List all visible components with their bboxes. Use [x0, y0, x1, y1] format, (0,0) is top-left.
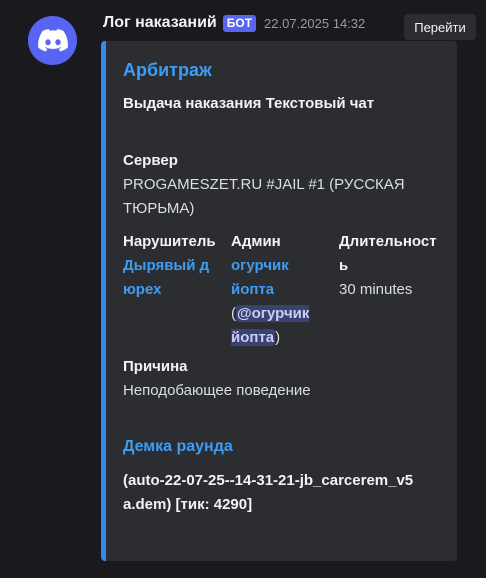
- field-server-value: PROGAMESZET.RU #JAIL #1 (РУССКАЯ ТЮРЬМА): [123, 176, 405, 217]
- username[interactable]: Лог наказаний: [103, 14, 217, 32]
- timestamp: 22.07.2025 14:32: [264, 15, 366, 31]
- admin-mention-line: (@огурчик йопта): [231, 302, 326, 350]
- field-admin: Админ огурчик йопта (@огурчик йопта): [231, 230, 326, 350]
- field-duration-value: 30 minutes: [339, 281, 413, 298]
- field-reason-name: Причина: [123, 358, 188, 375]
- message-header: Лог наказаний БОТ 22.07.2025 14:32: [103, 14, 365, 32]
- violator-link[interactable]: Дырявый дюрех: [123, 254, 218, 302]
- demo-title[interactable]: Демка раунда: [123, 438, 233, 456]
- demo-value: (auto-22-07-25--14-31-21-jb_carcerem_v5a…: [123, 472, 414, 513]
- discord-logo-icon: [37, 29, 68, 52]
- field-duration-name: Длительность: [339, 233, 437, 274]
- field-reason: Причина Неподобающее поведение: [123, 355, 443, 403]
- bot-badge: БОТ: [222, 14, 257, 32]
- embed-description: Выдача наказания Текстовый чат: [123, 95, 375, 112]
- embed-title[interactable]: Арбитраж: [123, 60, 212, 81]
- avatar[interactable]: [28, 16, 77, 65]
- field-server: Сервер PROGAMESZET.RU #JAIL #1 (РУССКАЯ …: [123, 149, 443, 221]
- field-reason-value: Неподобающее поведение: [123, 382, 311, 399]
- field-duration: Длительность 30 minutes: [339, 230, 439, 302]
- admin-mention[interactable]: @огурчик йопта: [231, 305, 310, 346]
- field-violator-name: Нарушитель: [123, 233, 216, 250]
- field-admin-name: Админ: [231, 233, 281, 250]
- field-server-name: Сервер: [123, 152, 178, 169]
- close-paren: ): [275, 329, 281, 346]
- field-violator: Нарушитель Дырявый дюрех: [123, 230, 218, 302]
- goto-button[interactable]: Перейти: [404, 14, 476, 40]
- embed-card: Арбитраж Выдача наказания Текстовый чат …: [101, 41, 457, 561]
- admin-link[interactable]: огурчик йопта: [231, 254, 326, 302]
